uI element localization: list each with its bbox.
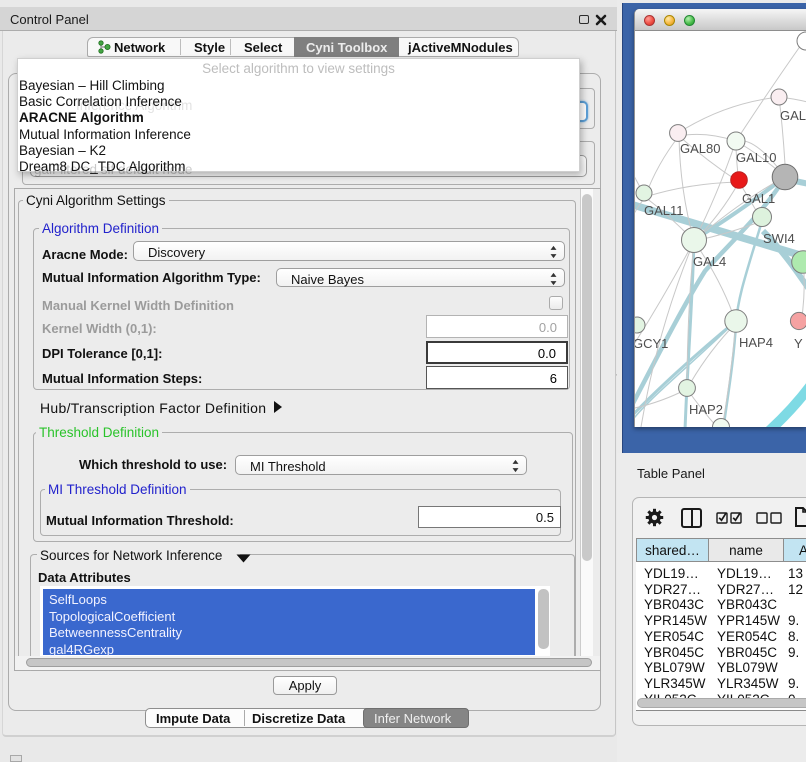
- svg-text:GAL: GAL: [780, 108, 806, 123]
- svg-text:GAL80: GAL80: [680, 141, 720, 156]
- svg-text:GAL10: GAL10: [736, 150, 776, 165]
- svg-text:HAP4: HAP4: [739, 335, 773, 350]
- svg-text:GAL1: GAL1: [742, 191, 775, 206]
- svg-text:GCY1: GCY1: [635, 336, 668, 351]
- svg-text:HAP2: HAP2: [689, 402, 723, 417]
- svg-text:Y: Y: [794, 336, 803, 351]
- svg-text:GAL11: GAL11: [644, 203, 684, 218]
- svg-text:SWI4: SWI4: [763, 231, 795, 246]
- svg-text:GAL4: GAL4: [693, 254, 726, 269]
